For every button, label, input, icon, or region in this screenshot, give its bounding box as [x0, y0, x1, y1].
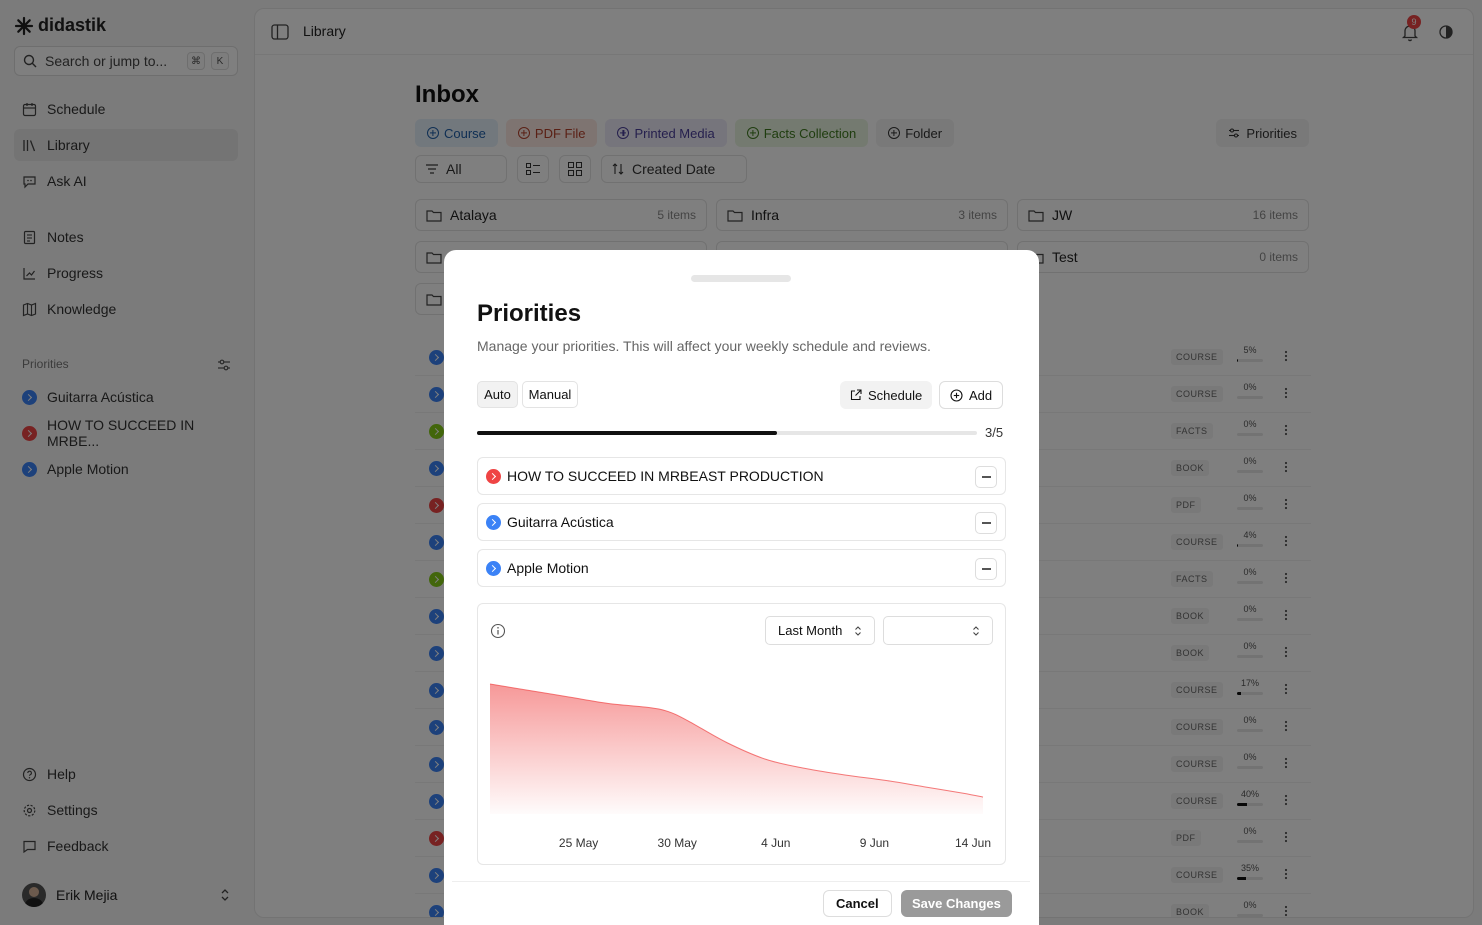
priority-item-label: Apple Motion	[507, 560, 589, 576]
range-select[interactable]: Last Month	[765, 616, 875, 645]
area-fill	[490, 684, 983, 814]
plus-circle-icon	[950, 388, 963, 402]
schedule-label: Schedule	[868, 387, 923, 403]
cancel-button[interactable]: Cancel	[823, 890, 892, 917]
modal-title: Priorities	[477, 300, 582, 327]
area-chart: 25 May 30 May 4 Jun 9 Jun 14 Jun	[489, 683, 991, 850]
modal-description: Manage your priorities. This will affect…	[477, 338, 931, 354]
priority-filter-select[interactable]	[883, 616, 993, 645]
drag-handle[interactable]	[691, 275, 791, 282]
add-priority-button[interactable]: Add	[939, 381, 1004, 409]
x-tick-label: 4 Jun	[761, 836, 790, 850]
x-tick-label: 30 May	[658, 836, 697, 850]
mode-auto-toggle[interactable]: Auto	[477, 381, 518, 408]
priority-item-label: HOW TO SUCCEED IN MRBEAST PRODUCTION	[507, 468, 824, 484]
x-tick-label: 25 May	[559, 836, 598, 850]
priority-progress-bar	[477, 431, 977, 435]
chevron-circle-icon	[486, 468, 501, 484]
chevron-circle-icon	[486, 560, 501, 576]
mode-manual-toggle[interactable]: Manual	[522, 381, 578, 408]
save-changes-button[interactable]: Save Changes	[901, 890, 1012, 917]
priority-item-label: Guitarra Acústica	[507, 514, 614, 530]
add-label: Add	[969, 387, 993, 403]
x-tick-label: 14 Jun	[955, 836, 991, 850]
remove-priority-button[interactable]	[975, 558, 997, 580]
info-icon[interactable]	[490, 623, 506, 639]
external-link-icon	[850, 389, 862, 401]
chevron-up-down-icon	[973, 625, 979, 636]
priorities-modal: Priorities Manage your priorities. This …	[444, 250, 1039, 925]
progress-fill	[477, 431, 777, 435]
priority-item[interactable]: HOW TO SUCCEED IN MRBEAST PRODUCTION	[477, 457, 1006, 495]
schedule-button[interactable]: Schedule	[840, 381, 933, 409]
remove-priority-button[interactable]	[975, 512, 997, 534]
range-select-value: Last Month	[778, 623, 843, 638]
progress-label: 3/5	[985, 425, 1004, 440]
priority-item[interactable]: Apple Motion	[477, 549, 1006, 587]
chevron-up-down-icon	[855, 625, 861, 636]
footer-divider	[452, 881, 1030, 882]
workload-chart-card: Last Month 25 May 30 May 4 Jun 9 Jun 14 Jun	[477, 603, 1006, 865]
x-tick-label: 9 Jun	[860, 836, 889, 850]
priority-item[interactable]: Guitarra Acústica	[477, 503, 1006, 541]
remove-priority-button[interactable]	[975, 466, 997, 488]
chevron-circle-icon	[486, 514, 501, 530]
